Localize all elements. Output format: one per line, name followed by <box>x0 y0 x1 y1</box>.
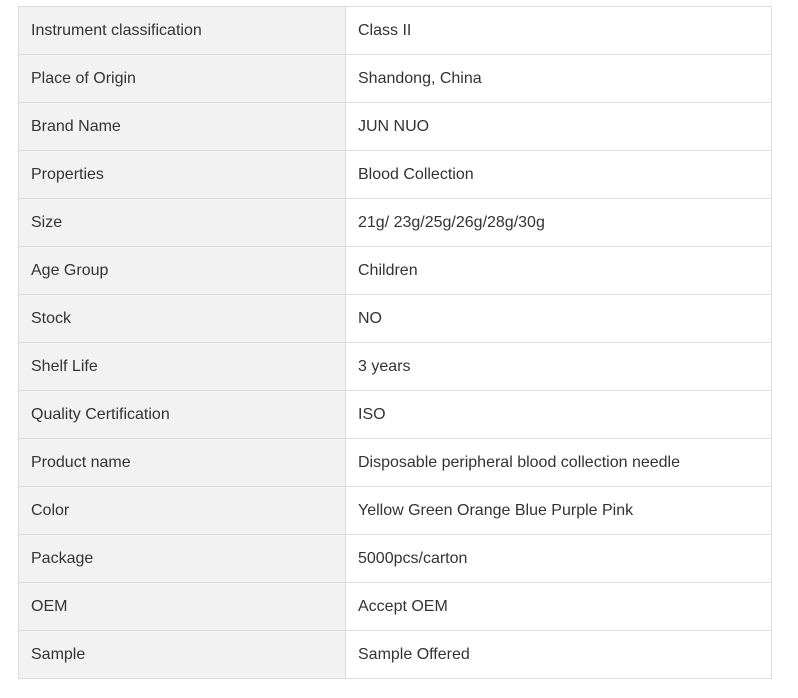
table-row: Quality Certification ISO <box>18 390 772 439</box>
table-row: Stock NO <box>18 294 772 343</box>
table-row: Shelf Life 3 years <box>18 342 772 391</box>
spec-value: Accept OEM <box>345 582 772 631</box>
spec-value: JUN NUO <box>345 102 772 151</box>
spec-label: Package <box>18 534 346 583</box>
table-row: Color Yellow Green Orange Blue Purple Pi… <box>18 486 772 535</box>
table-row: Age Group Children <box>18 246 772 295</box>
table-row: Size 21g/ 23g/25g/26g/28g/30g <box>18 198 772 247</box>
spec-value: Disposable peripheral blood collection n… <box>345 438 772 487</box>
table-row: Brand Name JUN NUO <box>18 102 772 151</box>
spec-value: Children <box>345 246 772 295</box>
spec-value: NO <box>345 294 772 343</box>
spec-value: Shandong, China <box>345 54 772 103</box>
table-row: Properties Blood Collection <box>18 150 772 199</box>
spec-label: Place of Origin <box>18 54 346 103</box>
spec-value: 3 years <box>345 342 772 391</box>
table-row: Package 5000pcs/carton <box>18 534 772 583</box>
product-spec-table: Instrument classification Class II Place… <box>18 6 772 679</box>
spec-value: 5000pcs/carton <box>345 534 772 583</box>
table-row: Place of Origin Shandong, China <box>18 54 772 103</box>
spec-value: Blood Collection <box>345 150 772 199</box>
spec-label: Quality Certification <box>18 390 346 439</box>
table-row: Sample Sample Offered <box>18 630 772 679</box>
spec-label: Color <box>18 486 346 535</box>
spec-label: Age Group <box>18 246 346 295</box>
table-row: Instrument classification Class II <box>18 6 772 55</box>
spec-label: Brand Name <box>18 102 346 151</box>
spec-value: Yellow Green Orange Blue Purple Pink <box>345 486 772 535</box>
spec-label: Properties <box>18 150 346 199</box>
spec-label: Sample <box>18 630 346 679</box>
spec-label: Size <box>18 198 346 247</box>
spec-label: Product name <box>18 438 346 487</box>
table-row: Product name Disposable peripheral blood… <box>18 438 772 487</box>
spec-value: ISO <box>345 390 772 439</box>
spec-value: Class II <box>345 6 772 55</box>
spec-value: Sample Offered <box>345 630 772 679</box>
spec-label: Stock <box>18 294 346 343</box>
spec-label: OEM <box>18 582 346 631</box>
spec-label: Shelf Life <box>18 342 346 391</box>
table-row: OEM Accept OEM <box>18 582 772 631</box>
spec-value: 21g/ 23g/25g/26g/28g/30g <box>345 198 772 247</box>
spec-label: Instrument classification <box>18 6 346 55</box>
